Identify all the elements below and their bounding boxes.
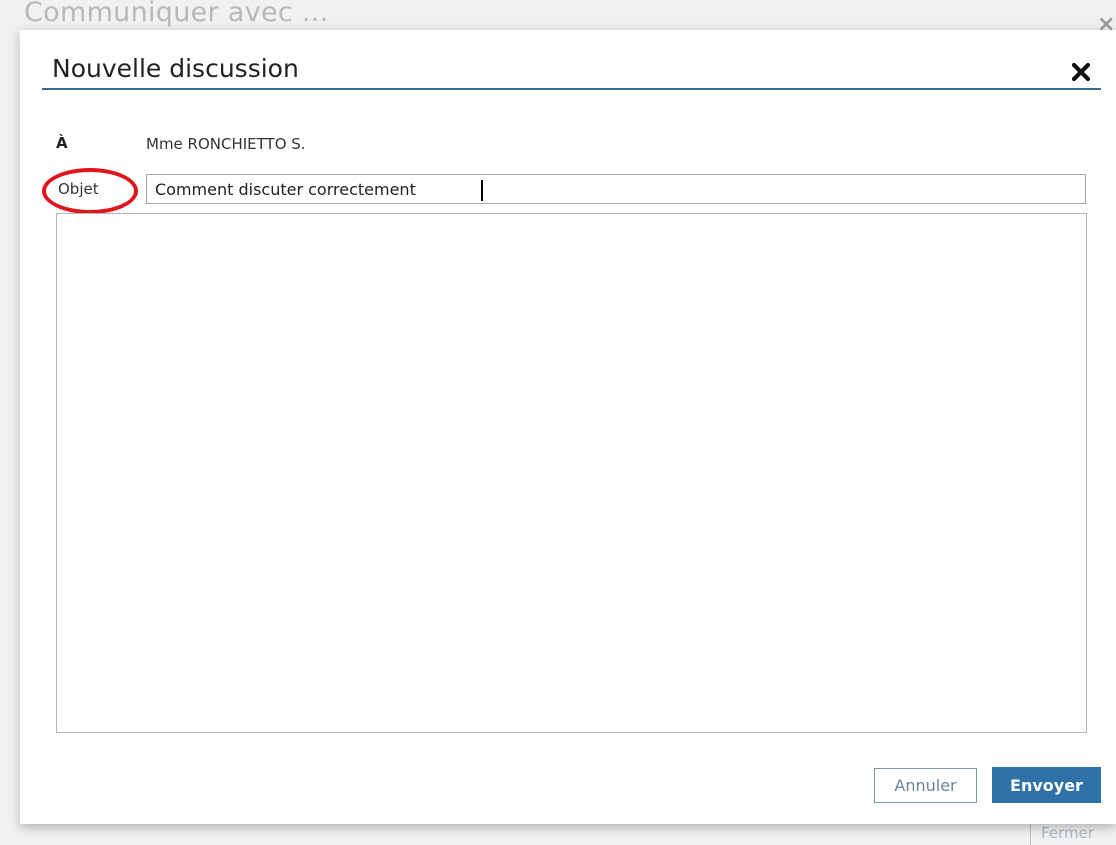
cancel-button[interactable]: Annuler (874, 768, 977, 803)
recipient-value: Mme RONCHIETTO S. (146, 135, 306, 153)
background-close-button[interactable]: Fermer (1030, 822, 1094, 845)
annotation-circle (42, 168, 138, 214)
close-x-icon-glyph (1071, 62, 1091, 82)
close-x-icon[interactable] (1070, 61, 1092, 83)
dialog-title: Nouvelle discussion (52, 54, 299, 83)
message-textarea[interactable] (56, 213, 1087, 733)
send-button[interactable]: Envoyer (992, 767, 1101, 803)
new-discussion-dialog: Nouvelle discussion À Mme RONCHIETTO S. … (20, 30, 1116, 824)
subject-input[interactable] (146, 174, 1086, 204)
recipient-label: À (56, 134, 68, 152)
text-caret (481, 180, 483, 201)
title-divider (42, 88, 1101, 90)
background-dialog-title: Communiquer avec ... (24, 0, 329, 28)
